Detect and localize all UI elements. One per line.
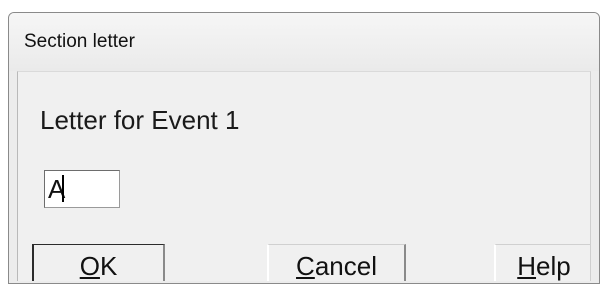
cancel-button[interactable]: Cancel [267, 244, 406, 281]
text-caret [62, 175, 64, 202]
section-letter-dialog: Section letter Letter for Event 1 OK Can… [8, 12, 600, 284]
cancel-button-mnemonic: C [296, 251, 315, 281]
help-button-mnemonic: H [517, 251, 537, 281]
help-button-label: elp [536, 251, 571, 281]
cancel-button-label: ancel [314, 251, 377, 281]
letter-input[interactable] [44, 170, 120, 208]
title-bar[interactable]: Section letter [9, 13, 599, 71]
ok-button-mnemonic: O [79, 251, 100, 281]
ok-button-label: K [99, 251, 118, 281]
help-button[interactable]: Help [494, 244, 590, 281]
dialog-body: Letter for Event 1 OK Cancel Help [17, 71, 591, 281]
letter-prompt-label: Letter for Event 1 [40, 105, 240, 135]
ok-button[interactable]: OK [32, 244, 165, 281]
window-title: Section letter [24, 31, 135, 52]
